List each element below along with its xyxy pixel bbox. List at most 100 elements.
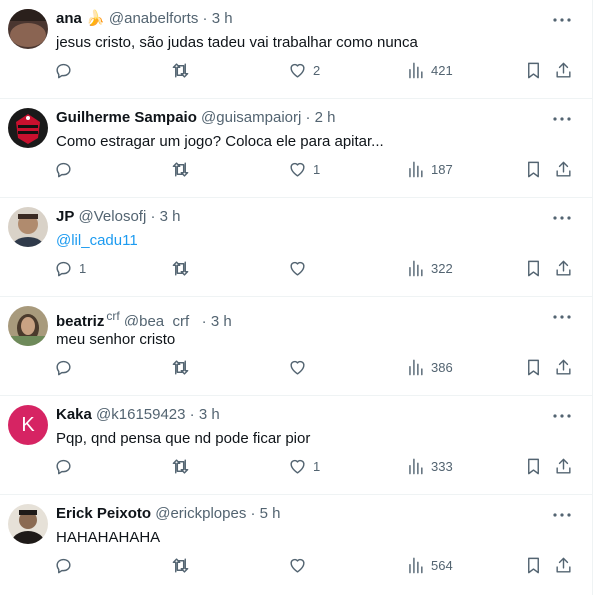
like-button[interactable]	[288, 357, 313, 377]
user-handle[interactable]: @Velosofj	[79, 208, 147, 225]
tweet-header: JP @Velosofj · 3 h	[56, 207, 542, 227]
user-handle[interactable]: @bea_crf_	[124, 313, 198, 326]
reply-button[interactable]	[54, 555, 79, 575]
action-bar: 1 322	[54, 258, 574, 278]
separator: ·	[202, 10, 208, 27]
views-button[interactable]: 187	[406, 159, 453, 179]
retweet-button[interactable]	[171, 258, 190, 278]
tweet-text: meu senhor cristo	[56, 331, 176, 348]
retweet-button[interactable]	[171, 159, 190, 179]
views-count: 333	[431, 458, 453, 474]
share-button[interactable]	[554, 159, 573, 179]
tweet[interactable]: beatriz crf @bea_crf_ · 3 h meu senhor cr…	[0, 297, 592, 396]
user-handle[interactable]: @erickplopes	[155, 505, 246, 522]
like-button[interactable]: 2	[288, 60, 320, 80]
views-icon	[409, 557, 423, 573]
tweet[interactable]: JP @Velosofj · 3 h @lil_cadu11 1 322	[0, 198, 592, 297]
mention-link[interactable]: @lil_cadu11	[56, 231, 562, 251]
more-dots-icon[interactable]	[552, 109, 572, 129]
share-button[interactable]	[554, 357, 573, 377]
views-button[interactable]: 386	[406, 357, 453, 377]
views-count: 564	[431, 557, 453, 573]
retweet-button[interactable]	[171, 60, 190, 80]
action-bar: 2 421	[54, 60, 574, 80]
tweet[interactable]: ana 🍌 @anabelforts · 3 h jesus cristo, s…	[0, 0, 592, 99]
retweet-icon	[172, 161, 189, 177]
avatar[interactable]	[8, 207, 48, 247]
views-button[interactable]: 322	[406, 258, 453, 278]
bookmark-button[interactable]	[524, 357, 543, 377]
views-button[interactable]: 333	[406, 456, 453, 476]
reply-count: 1	[79, 260, 87, 276]
timestamp[interactable]: 3 h	[212, 10, 233, 27]
reply-icon	[56, 360, 71, 375]
reply-button[interactable]	[54, 159, 79, 179]
display-name[interactable]: beatriz	[56, 313, 104, 326]
timestamp[interactable]: 3 h	[199, 406, 220, 423]
share-icon	[556, 557, 571, 573]
user-handle[interactable]: @k16159423	[96, 406, 185, 423]
avatar[interactable]	[8, 9, 48, 49]
bookmark-button[interactable]	[524, 555, 543, 575]
tweet[interactable]: K Kaka @k16159423 · 3 h Pqp, qnd pensa q…	[0, 396, 592, 495]
bookmark-button[interactable]	[524, 60, 543, 80]
timestamp[interactable]: 3 h	[211, 313, 232, 326]
separator: ·	[305, 109, 311, 126]
tweet-header: ana 🍌 @anabelforts · 3 h	[56, 9, 542, 29]
heart-icon	[290, 162, 305, 177]
name-flair: crf	[106, 309, 120, 323]
bookmark-icon	[528, 62, 539, 78]
more-dots-icon[interactable]	[552, 208, 572, 228]
display-name[interactable]: ana	[56, 10, 82, 27]
retweet-button[interactable]	[171, 555, 190, 575]
share-icon	[556, 62, 571, 78]
avatar[interactable]: K	[8, 405, 48, 445]
share-button[interactable]	[554, 60, 573, 80]
bookmark-button[interactable]	[524, 456, 543, 476]
views-count: 421	[431, 62, 453, 78]
heart-icon	[290, 558, 305, 573]
reply-button[interactable]: 1	[54, 258, 86, 278]
like-button[interactable]	[288, 555, 313, 575]
display-name[interactable]: Guilherme Sampaio	[56, 109, 197, 126]
timestamp[interactable]: 3 h	[160, 208, 181, 225]
more-dots-icon[interactable]	[552, 10, 572, 30]
views-count: 386	[431, 359, 453, 375]
retweet-icon	[172, 260, 189, 276]
avatar[interactable]	[8, 504, 48, 544]
separator: ·	[189, 406, 195, 423]
more-dots-icon[interactable]	[552, 307, 572, 327]
tweet[interactable]: Guilherme Sampaio @guisampaiorj · 2 h Co…	[0, 99, 592, 198]
display-name[interactable]: Erick Peixoto	[56, 505, 151, 522]
like-button[interactable]: 1	[288, 159, 320, 179]
bookmark-button[interactable]	[524, 159, 543, 179]
avatar[interactable]	[8, 108, 48, 148]
reply-button[interactable]	[54, 456, 79, 476]
user-handle[interactable]: @guisampaiorj	[201, 109, 301, 126]
like-button[interactable]	[288, 258, 313, 278]
retweet-icon	[172, 458, 189, 474]
views-button[interactable]: 421	[406, 60, 453, 80]
display-name[interactable]: Kaka	[56, 406, 92, 423]
reply-button[interactable]	[54, 357, 79, 377]
timestamp[interactable]: 2 h	[315, 109, 336, 126]
share-button[interactable]	[554, 555, 573, 575]
like-button[interactable]: 1	[288, 456, 320, 476]
more-dots-icon[interactable]	[552, 406, 572, 426]
more-dots-icon[interactable]	[552, 505, 572, 525]
user-handle[interactable]: @anabelforts	[109, 10, 198, 27]
share-button[interactable]	[554, 456, 573, 476]
bookmark-icon	[528, 359, 539, 375]
bookmark-button[interactable]	[524, 258, 543, 278]
share-icon	[556, 458, 571, 474]
timestamp[interactable]: 5 h	[260, 505, 281, 522]
share-button[interactable]	[554, 258, 573, 278]
tweet[interactable]: Erick Peixoto @erickplopes · 5 h HAHAHAH…	[0, 495, 592, 595]
avatar[interactable]	[8, 306, 48, 346]
display-name[interactable]: JP	[56, 208, 74, 225]
retweet-button[interactable]	[171, 357, 190, 377]
retweet-button[interactable]	[171, 456, 190, 476]
views-button[interactable]: 564	[406, 555, 453, 575]
action-bar: 564	[54, 555, 574, 575]
reply-button[interactable]	[54, 60, 79, 80]
